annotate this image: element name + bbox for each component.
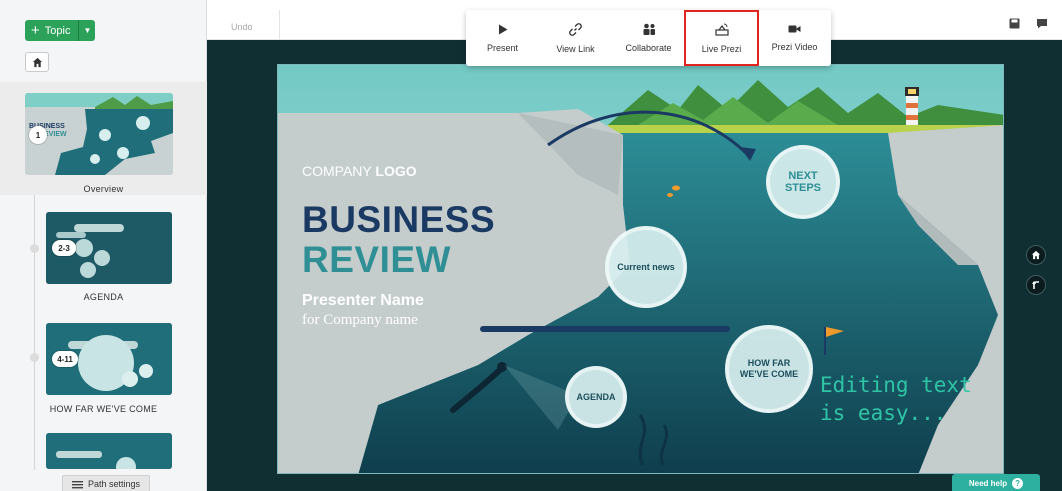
topic-circle-next-steps[interactable]: NEXT STEPS <box>766 145 840 219</box>
sidebar-item-label: Overview <box>83 184 124 194</box>
path-settings-label: Path settings <box>87 479 141 489</box>
present-label: Present <box>486 42 519 53</box>
live-prezi-button[interactable]: Live Prezi <box>684 10 759 66</box>
back-arrow-icon <box>1032 281 1039 289</box>
live-prezi-label: Live Prezi <box>701 43 742 54</box>
sidebar-item-label: HOW FAR WE'VE COME <box>49 404 158 414</box>
topic-label: Topic <box>44 24 71 37</box>
topic-number-badge: 4-11 <box>52 351 78 367</box>
home-icon <box>1031 250 1041 260</box>
play-icon <box>498 24 507 34</box>
slide-overview[interactable]: COMPANY LOGO BUSINESS REVIEW Presenter N… <box>277 64 1004 474</box>
top-right-actions <box>1009 18 1048 29</box>
presenter-name[interactable]: Presenter Name <box>302 292 424 310</box>
prezi-video-button[interactable]: Prezi Video <box>758 10 831 66</box>
home-icon <box>32 57 42 67</box>
topic-circle-current-news[interactable]: Current news <box>605 226 687 308</box>
how-far-text: HOW FAR WE'VE COME <box>740 358 798 380</box>
next-steps-line1: NEXT <box>788 170 818 182</box>
topic-dropdown-caret[interactable]: ▼ <box>78 20 96 41</box>
view-link-button[interactable]: View Link <box>539 10 612 66</box>
save-icon[interactable] <box>1009 18 1020 29</box>
agenda-text: AGENDA <box>576 392 616 402</box>
company-name[interactable]: for Company name <box>302 312 418 329</box>
topic-number-badge: 2-3 <box>52 240 76 256</box>
go-back-button[interactable] <box>1026 275 1046 295</box>
prezi-editor: + Topic ▼ BUSINESS REVIEW 1 Overview 2-3… <box>0 0 1062 491</box>
add-topic-button[interactable]: + Topic ▼ <box>25 20 96 41</box>
path-connector <box>34 195 35 470</box>
path-settings-icon <box>71 480 83 488</box>
editing-annotation-line1[interactable]: Editing text <box>820 373 972 397</box>
next-topic-thumbnail-art <box>46 433 172 469</box>
next-steps-text: NEXT STEPS <box>785 170 821 194</box>
next-topic-thumbnail[interactable] <box>46 433 172 469</box>
sidebar-item-label: AGENDA <box>83 292 124 302</box>
collaborate-button[interactable]: Collaborate <box>612 10 685 66</box>
collaborate-label: Collaborate <box>625 43 672 53</box>
video-camera-icon <box>788 25 801 33</box>
present-button[interactable]: Present <box>466 10 539 66</box>
topic-circle-agenda[interactable]: AGENDA <box>565 366 627 428</box>
company-logo: COMPANY LOGO <box>302 163 417 179</box>
plus-icon: + <box>31 22 40 39</box>
path-settings-button[interactable]: Path settings <box>62 475 150 491</box>
people-icon <box>643 23 655 35</box>
live-broadcast-icon <box>714 23 729 36</box>
add-topic-main[interactable]: + Topic <box>25 20 79 41</box>
company-logo-suffix: LOGO <box>375 163 417 179</box>
prezi-video-label: Prezi Video <box>771 42 818 52</box>
share-toolbar: Present View Link Collaborate Live Prezi… <box>466 10 831 66</box>
need-help-button[interactable]: Need help ? <box>952 474 1040 491</box>
editing-annotation-line2[interactable]: is easy... <box>820 401 946 425</box>
topic-sidebar: + Topic ▼ BUSINESS REVIEW 1 Overview 2-3… <box>0 0 207 491</box>
chevron-down-icon: ▼ <box>83 26 92 35</box>
link-icon <box>569 22 582 36</box>
go-home-button[interactable] <box>1026 245 1046 265</box>
overview-thumbnail[interactable]: BUSINESS REVIEW <box>25 93 173 175</box>
path-dot <box>30 244 39 253</box>
topic-number-badge: 1 <box>29 126 47 144</box>
sidebar-item-overview[interactable]: BUSINESS REVIEW 1 Overview <box>0 82 207 195</box>
how-far-line2: WE'VE COME <box>739 369 799 379</box>
current-news-text: Current news <box>617 262 675 272</box>
path-dot <box>30 353 39 362</box>
topic-circle-how-far[interactable]: HOW FAR WE'VE COME <box>725 325 813 413</box>
undo-button[interactable]: Undo <box>231 22 253 32</box>
view-link-label: View Link <box>556 43 595 54</box>
next-steps-line2: STEPS <box>784 182 822 194</box>
slide-title-line1[interactable]: BUSINESS <box>302 199 495 241</box>
company-logo-prefix: COMPANY <box>302 163 372 179</box>
comment-icon[interactable] <box>1036 18 1048 29</box>
need-help-label: Need help <box>968 478 1008 488</box>
help-icon: ? <box>1012 477 1024 489</box>
home-button[interactable] <box>25 52 49 72</box>
toolbar-divider <box>279 10 280 40</box>
how-far-line1: HOW FAR <box>747 358 791 368</box>
slide-title-line2[interactable]: REVIEW <box>302 239 451 281</box>
